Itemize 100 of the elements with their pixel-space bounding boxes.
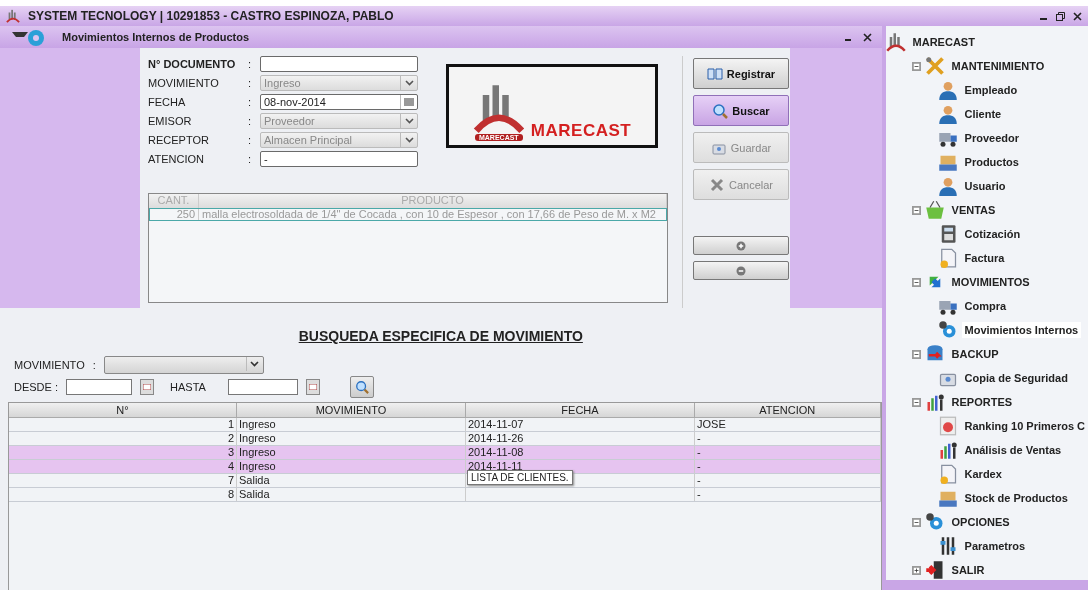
calendar-button[interactable]: [305, 379, 320, 395]
tree-item[interactable]: REPORTES: [948, 394, 1016, 410]
chevron-down-icon: [250, 361, 260, 367]
table-row[interactable]: 4 Ingreso 2014-11-11 -: [9, 460, 881, 474]
field-label: HASTA: [170, 381, 206, 393]
tree-item[interactable]: Stock de Productos: [961, 490, 1071, 506]
column-header[interactable]: N°: [9, 403, 237, 417]
column-header[interactable]: MOVIMIENTO: [237, 403, 466, 417]
colon-separator: :: [248, 58, 253, 70]
tree-item[interactable]: VENTAS: [948, 202, 999, 218]
colon-separator: :: [248, 77, 253, 89]
remove-row-button[interactable]: [693, 261, 789, 280]
tree-item[interactable]: Cotización: [961, 226, 1024, 242]
person-icon: [937, 80, 958, 100]
field-label: RECEPTOR: [148, 134, 210, 146]
add-row-button[interactable]: [693, 236, 789, 255]
close-icon[interactable]: [1073, 11, 1082, 21]
tree-item[interactable]: Proveedor: [961, 130, 1022, 146]
colon-separator: :: [92, 359, 96, 371]
column-header: PRODUCTO: [199, 194, 667, 208]
tree-item[interactable]: Cliente: [961, 106, 1005, 122]
colon-separator: :: [248, 153, 253, 165]
search-icon: [712, 102, 729, 119]
field-label: MOVIMIENTO: [148, 77, 220, 89]
table-row[interactable]: 1 Ingreso 2014-11-07 JOSE: [9, 418, 881, 432]
colon-separator: :: [248, 96, 253, 108]
input-field[interactable]: -: [260, 151, 418, 167]
search-icon: [354, 380, 369, 394]
tree-item[interactable]: Parametros: [961, 538, 1029, 554]
tree-item[interactable]: Copia de Seguridad: [961, 370, 1071, 386]
pie-chart-icon: [937, 416, 958, 436]
field-label: FECHA: [148, 96, 187, 108]
window-title: SYSTEM TECNOLOGY | 10291853 - CASTRO ESPINOZA, PABLO: [28, 9, 394, 23]
collapse-toggle[interactable]: [911, 517, 921, 527]
calendar-icon: [308, 384, 317, 390]
chevron-down-icon: [404, 118, 414, 124]
action-button[interactable]: Buscar: [693, 95, 789, 126]
cross-icon: [709, 176, 725, 193]
calendar-button[interactable]: [140, 379, 154, 395]
calendar-icon: [143, 384, 151, 390]
action-button[interactable]: Registrar: [693, 58, 789, 89]
frame-title: Movimientos Internos de Productos: [62, 31, 250, 43]
tree-item[interactable]: SALIR: [948, 562, 988, 578]
search-button[interactable]: [349, 376, 374, 398]
tree-item[interactable]: MARECAST: [909, 34, 978, 50]
input-field[interactable]: [260, 56, 418, 72]
building-logo-icon: [885, 32, 906, 52]
field-label: ATENCION: [148, 153, 206, 165]
field-label: N° DOCUMENTO: [148, 58, 237, 70]
tree-item[interactable]: Productos: [961, 154, 1022, 170]
building-logo-icon: [6, 9, 20, 23]
date-field[interactable]: 08-nov-2014: [260, 94, 418, 110]
tree-item[interactable]: BACKUP: [948, 346, 1002, 362]
field-label: MOVIMIENTO: [14, 359, 85, 371]
scrollbar[interactable]: [885, 580, 1088, 590]
restore-icon[interactable]: [1056, 11, 1065, 21]
close-icon[interactable]: [862, 32, 872, 42]
tree-item[interactable]: Factura: [961, 250, 1008, 266]
tree-item[interactable]: Análisis de Ventas: [961, 442, 1065, 458]
tree-item[interactable]: Movimientos Internos: [961, 322, 1082, 338]
minus-icon: [735, 264, 747, 277]
tree-item[interactable]: Compra: [961, 298, 1010, 314]
colon-separator: :: [248, 115, 253, 127]
tree-item[interactable]: Kardex: [961, 466, 1005, 482]
column-header[interactable]: FECHA: [466, 403, 695, 417]
book-icon: [706, 65, 723, 82]
exit-door-icon: [924, 560, 945, 580]
plus-icon: [735, 239, 747, 252]
dropdown[interactable]: [103, 356, 264, 374]
expand-toggle[interactable]: [911, 565, 921, 575]
table-row[interactable]: 8 Salida -: [9, 488, 881, 502]
gears-icon: [937, 320, 958, 340]
chevron-down-icon: [404, 80, 414, 86]
gears-icon: [924, 512, 945, 532]
tools-icon: [924, 56, 945, 76]
chevron-down-icon: [404, 137, 414, 143]
collapse-toggle[interactable]: [911, 205, 921, 215]
person-icon: [937, 104, 958, 124]
tooltip: LISTA DE CLIENTES.: [467, 470, 573, 485]
collapse-toggle[interactable]: [911, 277, 921, 287]
collapse-toggle[interactable]: [911, 349, 921, 359]
collapse-toggle[interactable]: [911, 61, 921, 71]
table-row[interactable]: 3 Ingreso 2014-11-08 -: [9, 446, 881, 460]
tree-item[interactable]: MANTENIMIENTO: [948, 58, 1048, 74]
tree-item[interactable]: Usuario: [961, 178, 1009, 194]
tree-item[interactable]: Empleado: [961, 82, 1021, 98]
tree-item[interactable]: MOVIMIENTOS: [948, 274, 1033, 290]
tree-item[interactable]: OPCIONES: [948, 514, 1013, 530]
field-label: DESDE :: [14, 381, 58, 393]
colon-separator: :: [248, 134, 253, 146]
date-field[interactable]: [227, 379, 298, 395]
field-label: EMISOR: [148, 115, 193, 127]
building-logo-icon: [472, 82, 525, 134]
column-header[interactable]: ATENCION: [695, 403, 881, 417]
date-field[interactable]: [66, 379, 132, 395]
person-icon: [937, 176, 958, 196]
section-heading: BUSQUEDA ESPECIFICA DE MOVIMIENTO: [298, 328, 583, 344]
calendar-icon: [404, 98, 414, 106]
tree-item[interactable]: Ranking 10 Primeros C: [961, 418, 1088, 434]
collapse-toggle[interactable]: [911, 397, 921, 407]
